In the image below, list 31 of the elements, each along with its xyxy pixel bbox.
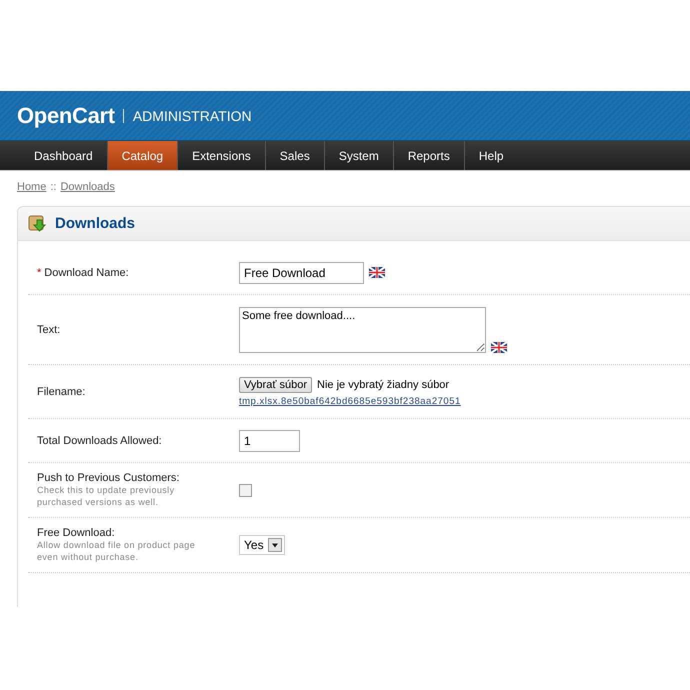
text-area[interactable]: Some free download.... — [239, 306, 486, 352]
nav-tab[interactable]: System — [324, 141, 394, 170]
logo: OpenCart — [17, 102, 115, 128]
nav-tab[interactable]: Reports — [394, 141, 465, 170]
breadcrumb-separator: :: — [50, 181, 56, 193]
field-label: Download Name: — [44, 266, 129, 278]
nav-tab[interactable]: Sales — [266, 141, 325, 170]
field-label: Filename: — [37, 386, 86, 398]
required-mark: * — [37, 266, 42, 278]
help-text: Check this to update previously purchased versions as well. — [37, 484, 176, 508]
nav-tab[interactable]: Extensions — [178, 141, 266, 170]
field-label: Free Download: — [37, 527, 115, 539]
header-subtitle: ADMINISTRATION — [132, 108, 252, 124]
file-link[interactable]: tmp.xlsx.8e50baf642bd6685e593bf238aa27051 — [239, 396, 461, 406]
field-label: Text: — [37, 324, 60, 336]
select-dropdown[interactable]: Yes — [239, 535, 285, 555]
download-icon — [28, 214, 48, 234]
nav-tab[interactable]: Catalog — [108, 141, 178, 170]
help-text: Allow download file on product page even without purchase. — [37, 539, 196, 563]
field-label: Push to Previous Customers: — [37, 472, 180, 484]
input-field[interactable]: 1 — [239, 430, 300, 452]
breadcrumb-link[interactable]: Home — [17, 181, 46, 193]
field-label: Total Downloads Allowed: — [37, 434, 162, 446]
breadcrumb-link[interactable]: Downloads — [60, 181, 115, 193]
nav-tab[interactable]: Help — [464, 141, 518, 170]
checkbox[interactable] — [239, 484, 252, 496]
file-status: Nie je vybratý žiadny súbor — [317, 378, 450, 390]
panel-title: Downloads — [55, 215, 136, 232]
caret-icon — [268, 538, 282, 552]
choose-file-button[interactable]: Vybrať súbor — [239, 376, 312, 392]
input-field[interactable]: Free Download — [239, 262, 364, 284]
